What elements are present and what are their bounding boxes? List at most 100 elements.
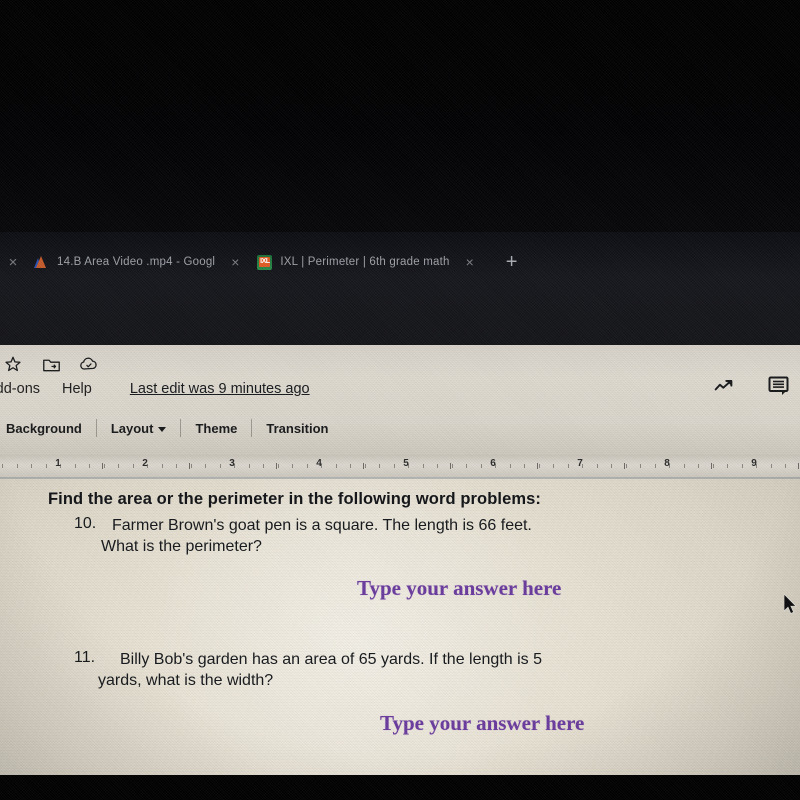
browser-tab-2-title: IXL | Perimeter | 6th grade math xyxy=(280,256,450,268)
ruler-minor-tick xyxy=(16,464,18,468)
transition-button-label: Transition xyxy=(266,420,329,436)
browser-tab-2-close-icon[interactable]: × xyxy=(466,254,474,270)
ruler-track: 1 2 3 4 5 6 7 8 9 xyxy=(0,455,800,477)
new-tab-button[interactable]: + xyxy=(506,252,518,272)
ruler-minor-tick xyxy=(118,464,119,468)
ruler-minor-tick xyxy=(364,464,366,468)
ruler-minor-tick xyxy=(45,464,47,468)
transition-button[interactable]: Transition xyxy=(252,421,342,436)
ixl-icon: IXL xyxy=(257,254,273,270)
ruler-major-tick xyxy=(623,463,625,469)
ruler-minor-tick xyxy=(161,464,163,468)
browser-tab-1-close-icon[interactable]: × xyxy=(231,254,239,270)
chrome-texture-overlay xyxy=(0,345,800,455)
ruler-minor-tick xyxy=(205,464,206,468)
ruler-minor-tick xyxy=(640,464,641,468)
ruler-minor-tick xyxy=(596,464,598,468)
move-to-folder-icon[interactable] xyxy=(40,353,62,375)
drive-sync-icon[interactable] xyxy=(78,353,100,375)
ruler-major-tick xyxy=(188,463,190,469)
ruler-minor-tick xyxy=(277,464,279,468)
ruler-major-tick xyxy=(536,463,538,469)
ruler-minor-tick xyxy=(292,464,293,468)
chrome-right-actions xyxy=(714,375,790,397)
ruler-minor-tick xyxy=(379,464,380,468)
browser-tab-strip: × 14.B Area Video .mp4 - Googl × IXL IXL… xyxy=(0,232,800,345)
menu-item-add-ons[interactable]: Add-ons xyxy=(0,381,40,397)
ruler-minor-tick xyxy=(698,464,699,468)
menu-bar: Add-ons Help Last edit was 9 minutes ago xyxy=(0,381,310,397)
ruler-minor-tick xyxy=(263,464,264,468)
ruler-minor-tick xyxy=(103,464,105,468)
ruler-minor-tick xyxy=(770,464,772,468)
last-edit-status[interactable]: Last edit was 9 minutes ago xyxy=(130,381,310,397)
ruler-minor-tick xyxy=(712,464,714,468)
drive-video-icon xyxy=(34,255,49,270)
browser-tab-2[interactable]: IXL IXL | Perimeter | 6th grade math xyxy=(257,247,449,277)
ruler-number: 6 xyxy=(490,458,496,469)
screen-bezel-top xyxy=(0,0,800,232)
page-title: Find the area or the perimeter in the fo… xyxy=(48,490,541,508)
theme-button[interactable]: Theme xyxy=(181,421,251,436)
ruler-minor-tick xyxy=(480,464,482,468)
ruler-major-tick xyxy=(362,463,364,469)
ruler-number: 8 xyxy=(664,458,670,469)
ruler-number: 4 xyxy=(316,458,322,469)
ruler-number: 9 xyxy=(751,458,757,469)
question-10-line-1: Farmer Brown's goat pen is a square. The… xyxy=(112,517,532,534)
question-11[interactable]: 11. Billy Bob's garden has an area of 65… xyxy=(74,649,754,692)
ruler-number: 7 xyxy=(577,458,583,469)
question-10-line-2: What is the perimeter? xyxy=(101,538,262,556)
window-close-icon[interactable]: × xyxy=(6,254,20,271)
screen-bezel-bottom xyxy=(0,775,800,800)
ruler-minor-tick xyxy=(306,464,308,468)
ruler-minor-tick xyxy=(741,464,743,468)
question-11-line-1: Billy Bob's garden has an area of 65 yar… xyxy=(120,651,542,668)
ruler-number: 5 xyxy=(403,458,409,469)
answer-placeholder-11[interactable]: Type your answer here xyxy=(380,711,584,736)
question-11-line-2: yards, what is the width? xyxy=(98,672,274,690)
ruler-minor-tick xyxy=(567,464,569,468)
background-button[interactable]: Background xyxy=(0,421,96,436)
explore-trending-icon[interactable] xyxy=(714,375,736,397)
slide-content: Find the area or the perimeter in the fo… xyxy=(0,477,800,775)
slides-toolbar: Background Layout Theme Transition xyxy=(0,419,343,437)
ruler-minor-tick xyxy=(74,464,76,468)
browser-tab-1[interactable]: 14.B Area Video .mp4 - Googl xyxy=(34,247,215,277)
ruler-major-tick xyxy=(797,463,799,469)
question-10[interactable]: 10. Farmer Brown's goat pen is a square.… xyxy=(74,515,754,558)
slide-canvas[interactable]: Find the area or the perimeter in the fo… xyxy=(0,477,800,775)
horizontal-ruler[interactable]: 1 2 3 4 5 6 7 8 9 xyxy=(0,455,800,477)
ruler-minor-tick xyxy=(2,464,3,468)
layout-button-label: Layout xyxy=(110,420,154,436)
ruler-minor-tick xyxy=(509,464,511,468)
ruler-minor-tick xyxy=(524,464,525,468)
star-icon[interactable] xyxy=(2,353,24,375)
ruler-minor-tick xyxy=(785,464,786,468)
ruler-number: 3 xyxy=(229,458,235,469)
question-10-number: 10. xyxy=(74,515,97,532)
ruler-major-tick xyxy=(275,463,277,469)
ruler-minor-tick xyxy=(611,464,612,468)
chevron-down-icon xyxy=(158,426,167,432)
layout-button[interactable]: Layout xyxy=(97,421,181,436)
ruler-minor-tick xyxy=(248,464,250,468)
ruler-number: 2 xyxy=(142,458,148,469)
ruler-number: 1 xyxy=(55,458,61,469)
ruler-minor-tick xyxy=(219,464,221,468)
ruler-minor-tick xyxy=(350,464,351,468)
ruler-minor-tick xyxy=(31,464,32,468)
ruler-minor-tick xyxy=(727,464,728,468)
menu-item-help[interactable]: Help xyxy=(62,381,92,397)
ruler-minor-tick xyxy=(190,464,192,468)
browser-tab-1-title: 14.B Area Video .mp4 - Googl xyxy=(57,256,216,268)
ruler-minor-tick xyxy=(132,464,134,468)
theme-button-label: Theme xyxy=(195,420,238,436)
answer-placeholder-10[interactable]: Type your answer here xyxy=(357,576,561,601)
ruler-minor-tick xyxy=(393,464,395,468)
ruler-minor-tick xyxy=(683,464,685,468)
comment-icon[interactable] xyxy=(768,375,790,397)
ruler-minor-tick xyxy=(176,464,177,468)
question-11-number: 11. xyxy=(74,649,96,666)
ruler-major-tick xyxy=(710,463,712,469)
